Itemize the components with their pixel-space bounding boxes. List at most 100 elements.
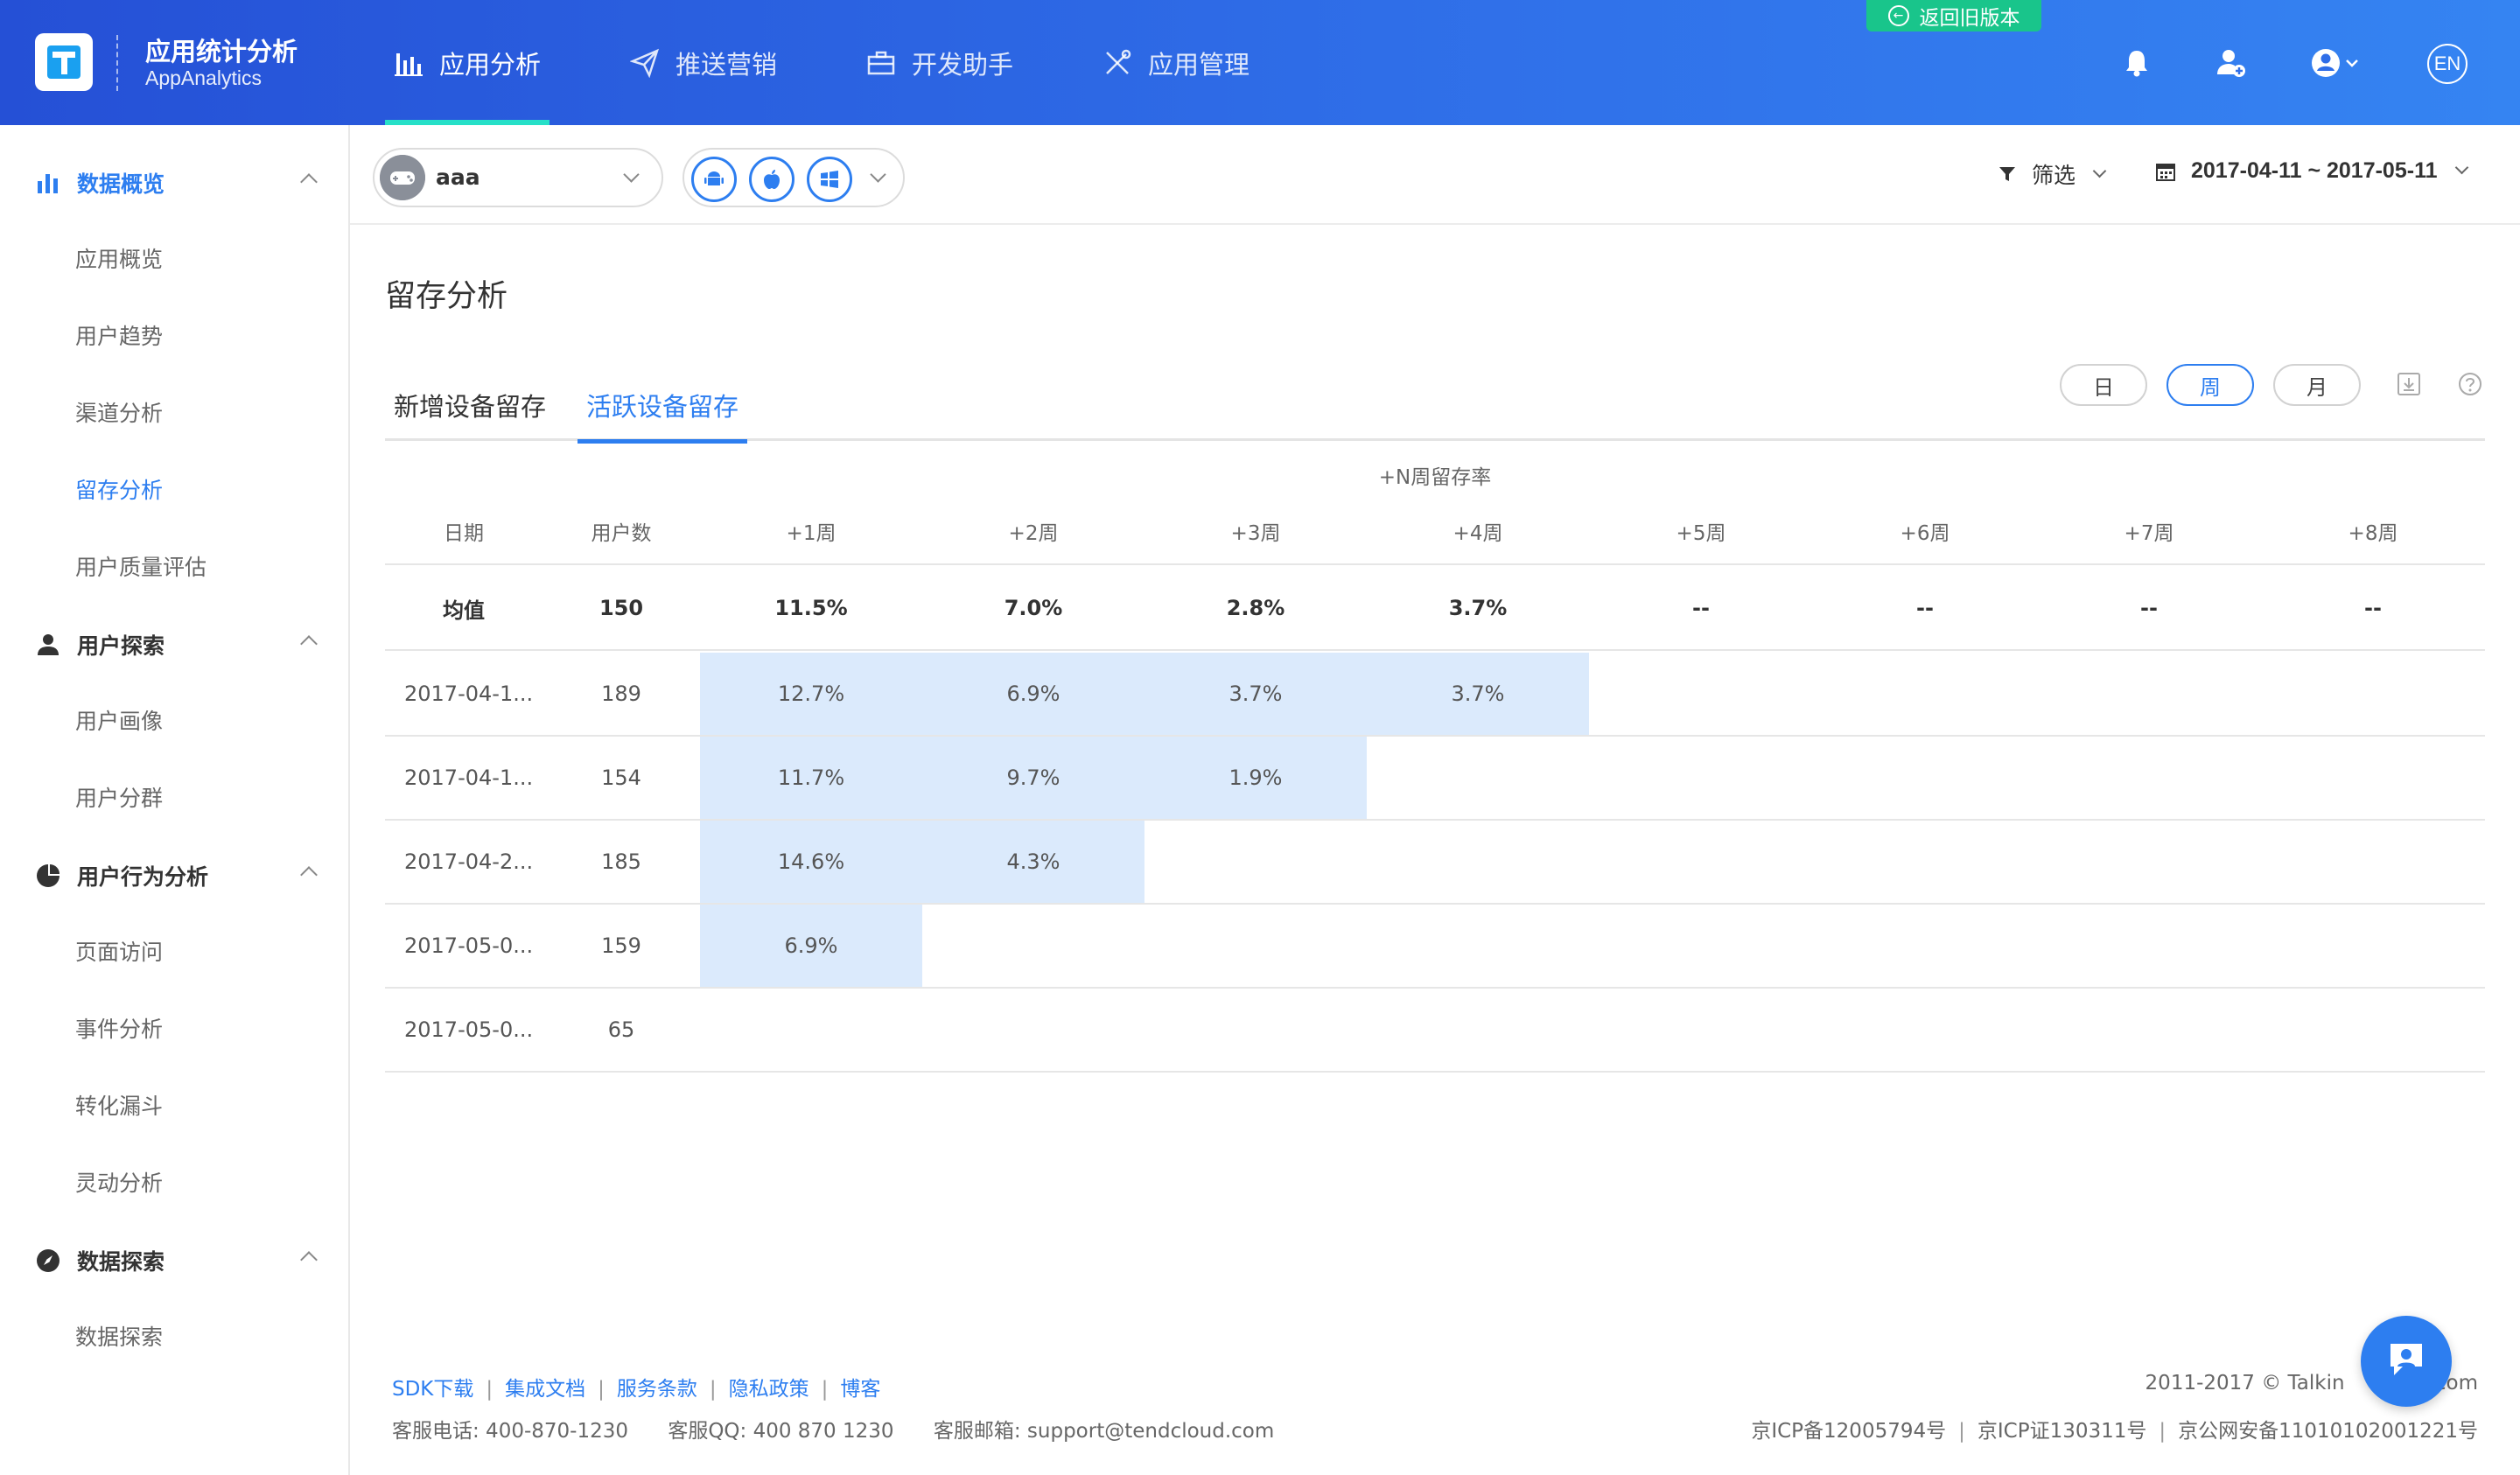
table-cell: -- [1916, 596, 1934, 620]
sidebar-group-user-behavior[interactable]: 用户行为分析 [0, 837, 350, 914]
sidebar-item-user-quality[interactable]: 用户质量评估 [75, 529, 206, 606]
android-icon[interactable] [691, 157, 737, 202]
table-cell: 7.0% [1004, 596, 1063, 620]
contact-email: 客服邮箱: support@tendcloud.com [933, 1420, 1275, 1443]
footer-contact: 客服电话: 400-870-1230 客服QQ: 400 870 1230 客服… [392, 1414, 1307, 1444]
toolbox-icon [867, 51, 895, 74]
add-user-icon[interactable] [2214, 45, 2249, 80]
column-header-users: 用户数 [591, 522, 652, 545]
sidebar-item-retention-analysis[interactable]: 留存分析 [75, 452, 163, 529]
period-day-button[interactable]: 日 [2060, 364, 2147, 406]
filter-bar: aaa 筛选 2017-04-11 ~ 2017-05-11 [350, 125, 2520, 225]
logo-t-icon [47, 45, 80, 79]
sidebar-item-user-trend[interactable]: 用户趋势 [75, 298, 163, 375]
nav-app-analysis[interactable]: 应用分析 [385, 0, 550, 125]
footer-link-docs[interactable]: 集成文档 [505, 1378, 585, 1401]
apple-icon[interactable] [749, 157, 794, 202]
nav-dev-assistant[interactable]: 开发助手 [858, 0, 1022, 125]
footer-link-privacy[interactable]: 隐私政策 [729, 1378, 809, 1401]
nav-push-marketing[interactable]: 推送营销 [621, 0, 786, 125]
table-cell: -- [2364, 596, 2382, 620]
table-cell-date: 2017-05-0... [404, 933, 534, 958]
footer-link-terms[interactable]: 服务条款 [617, 1378, 697, 1401]
nav-label: 应用管理 [1148, 49, 1250, 80]
account-icon[interactable] [2308, 45, 2364, 80]
sidebar-group-data-overview[interactable]: 数据概览 [0, 144, 350, 221]
help-icon[interactable] [2457, 371, 2483, 397]
language-switch-button[interactable]: EN [2427, 44, 2468, 84]
sidebar-group-label: 用户探索 [77, 633, 165, 659]
compass-icon [37, 1249, 60, 1272]
chevron-down-icon [2092, 164, 2107, 178]
nav-app-management[interactable]: 应用管理 [1094, 0, 1258, 125]
column-header-week4: +4周 [1452, 522, 1503, 545]
table-cell-date: 2017-04-1... [404, 765, 534, 790]
top-header: 应用统计分析 AppAnalytics 应用分析 推送营销 开发助手 应用管理 … [0, 0, 2520, 125]
chevron-up-icon [300, 173, 318, 191]
table-row-average: 均值 150 11.5% 7.0% 2.8% 3.7% -- -- -- -- [385, 567, 2485, 651]
icp-record: 京ICP备12005794号 [1751, 1420, 1947, 1443]
icp-info: 京ICP备12005794号 | 京ICP证130311号 | 京公网安备1101010… [1751, 1420, 2478, 1443]
icp-license: 京ICP证130311号 [1977, 1420, 2147, 1443]
sidebar-item-event-analysis[interactable]: 事件分析 [75, 991, 163, 1068]
table-cell: 1.9% [1144, 737, 1367, 819]
table-cell: -- [1692, 596, 1710, 620]
sidebar-item-data-explore[interactable]: 数据探索 [75, 1299, 163, 1376]
sidebar-item-user-profile[interactable]: 用户画像 [75, 683, 163, 760]
return-old-version-button[interactable]: ← 返回旧版本 [1866, 0, 2041, 31]
bar-chart-icon [38, 174, 58, 193]
sidebar-item-page-visit[interactable]: 页面访问 [75, 914, 163, 991]
table-cell: 185 [601, 849, 641, 874]
sidebar-group-data-explore[interactable]: 数据探索 [0, 1222, 350, 1299]
filter-button[interactable]: 筛选 [1997, 158, 2107, 190]
funnel-icon [1999, 167, 2015, 181]
tab-new-device-retention[interactable]: 新增设备留存 [385, 387, 555, 441]
sidebar-group-label: 数据概览 [77, 171, 165, 197]
table-row: 2017-04-2... 185 14.6% 4.3% [385, 821, 2485, 905]
platform-select[interactable] [682, 148, 905, 207]
table-cell: 6.9% [922, 653, 1144, 735]
table-cell: 6.9% [700, 905, 922, 987]
app-select-dropdown[interactable]: aaa [373, 148, 663, 207]
period-month-button[interactable]: 月 [2273, 364, 2361, 406]
download-icon[interactable] [2396, 371, 2422, 397]
sidebar-item-user-segment[interactable]: 用户分群 [75, 760, 163, 837]
footer-link-sdk[interactable]: SDK下载 [392, 1378, 473, 1401]
calendar-icon [2156, 163, 2175, 181]
table-cell: 11.5% [774, 596, 848, 620]
table-cell: 9.7% [922, 737, 1144, 819]
table-cell: 均值 [443, 598, 485, 623]
tab-active-device-retention[interactable]: 活跃设备留存 [578, 387, 748, 444]
icp-police: 京公网安备11010102001221号 [2178, 1420, 2478, 1443]
sidebar-item-app-overview[interactable]: 应用概览 [75, 221, 163, 298]
date-range-value: 2017-04-11 ~ 2017-05-11 [2191, 158, 2438, 183]
chevron-up-icon [300, 866, 318, 884]
bell-icon[interactable] [2119, 45, 2154, 80]
sidebar-item-funnel[interactable]: 转化漏斗 [75, 1068, 163, 1145]
old-version-label: 返回旧版本 [1919, 7, 2020, 30]
footer-link-blog[interactable]: 博客 [840, 1378, 880, 1401]
date-range-picker[interactable]: 2017-04-11 ~ 2017-05-11 [2154, 158, 2468, 184]
bar-chart-icon [395, 52, 423, 76]
table-cell: 4.3% [922, 821, 1144, 903]
column-header-week3: +3周 [1230, 522, 1281, 545]
sidebar-group-label: 用户行为分析 [77, 864, 209, 890]
paper-plane-icon [630, 48, 660, 78]
sidebar-group-user-explore[interactable]: 用户探索 [0, 606, 350, 683]
table-cell-date: 2017-04-2... [404, 849, 534, 874]
column-header-date: 日期 [444, 522, 484, 545]
sidebar-item-flex-analysis[interactable]: 灵动分析 [75, 1145, 163, 1222]
sidebar-item-channel-analysis[interactable]: 渠道分析 [75, 375, 163, 452]
sidebar-group-label: 数据探索 [77, 1249, 165, 1275]
table-cell: 12.7% [700, 653, 922, 735]
contact-phone: 客服电话: 400-870-1230 [392, 1420, 628, 1443]
windows-icon[interactable] [807, 157, 852, 202]
table-header-row: 日期 用户数 +1周 +2周 +3周 +4周 +5周 +6周 +7周 +8周 [385, 499, 2485, 565]
chat-support-button[interactable] [2361, 1316, 2452, 1407]
period-week-button[interactable]: 周 [2166, 364, 2254, 406]
table-row: 2017-04-1... 154 11.7% 9.7% 1.9% [385, 737, 2485, 821]
main-nav: 应用分析 推送营销 开发助手 应用管理 [385, 0, 1330, 125]
table-super-header: +N周留存率 [1378, 466, 1492, 489]
table-row: 2017-05-0... 65 [385, 989, 2485, 1073]
app-logo[interactable] [35, 33, 93, 91]
